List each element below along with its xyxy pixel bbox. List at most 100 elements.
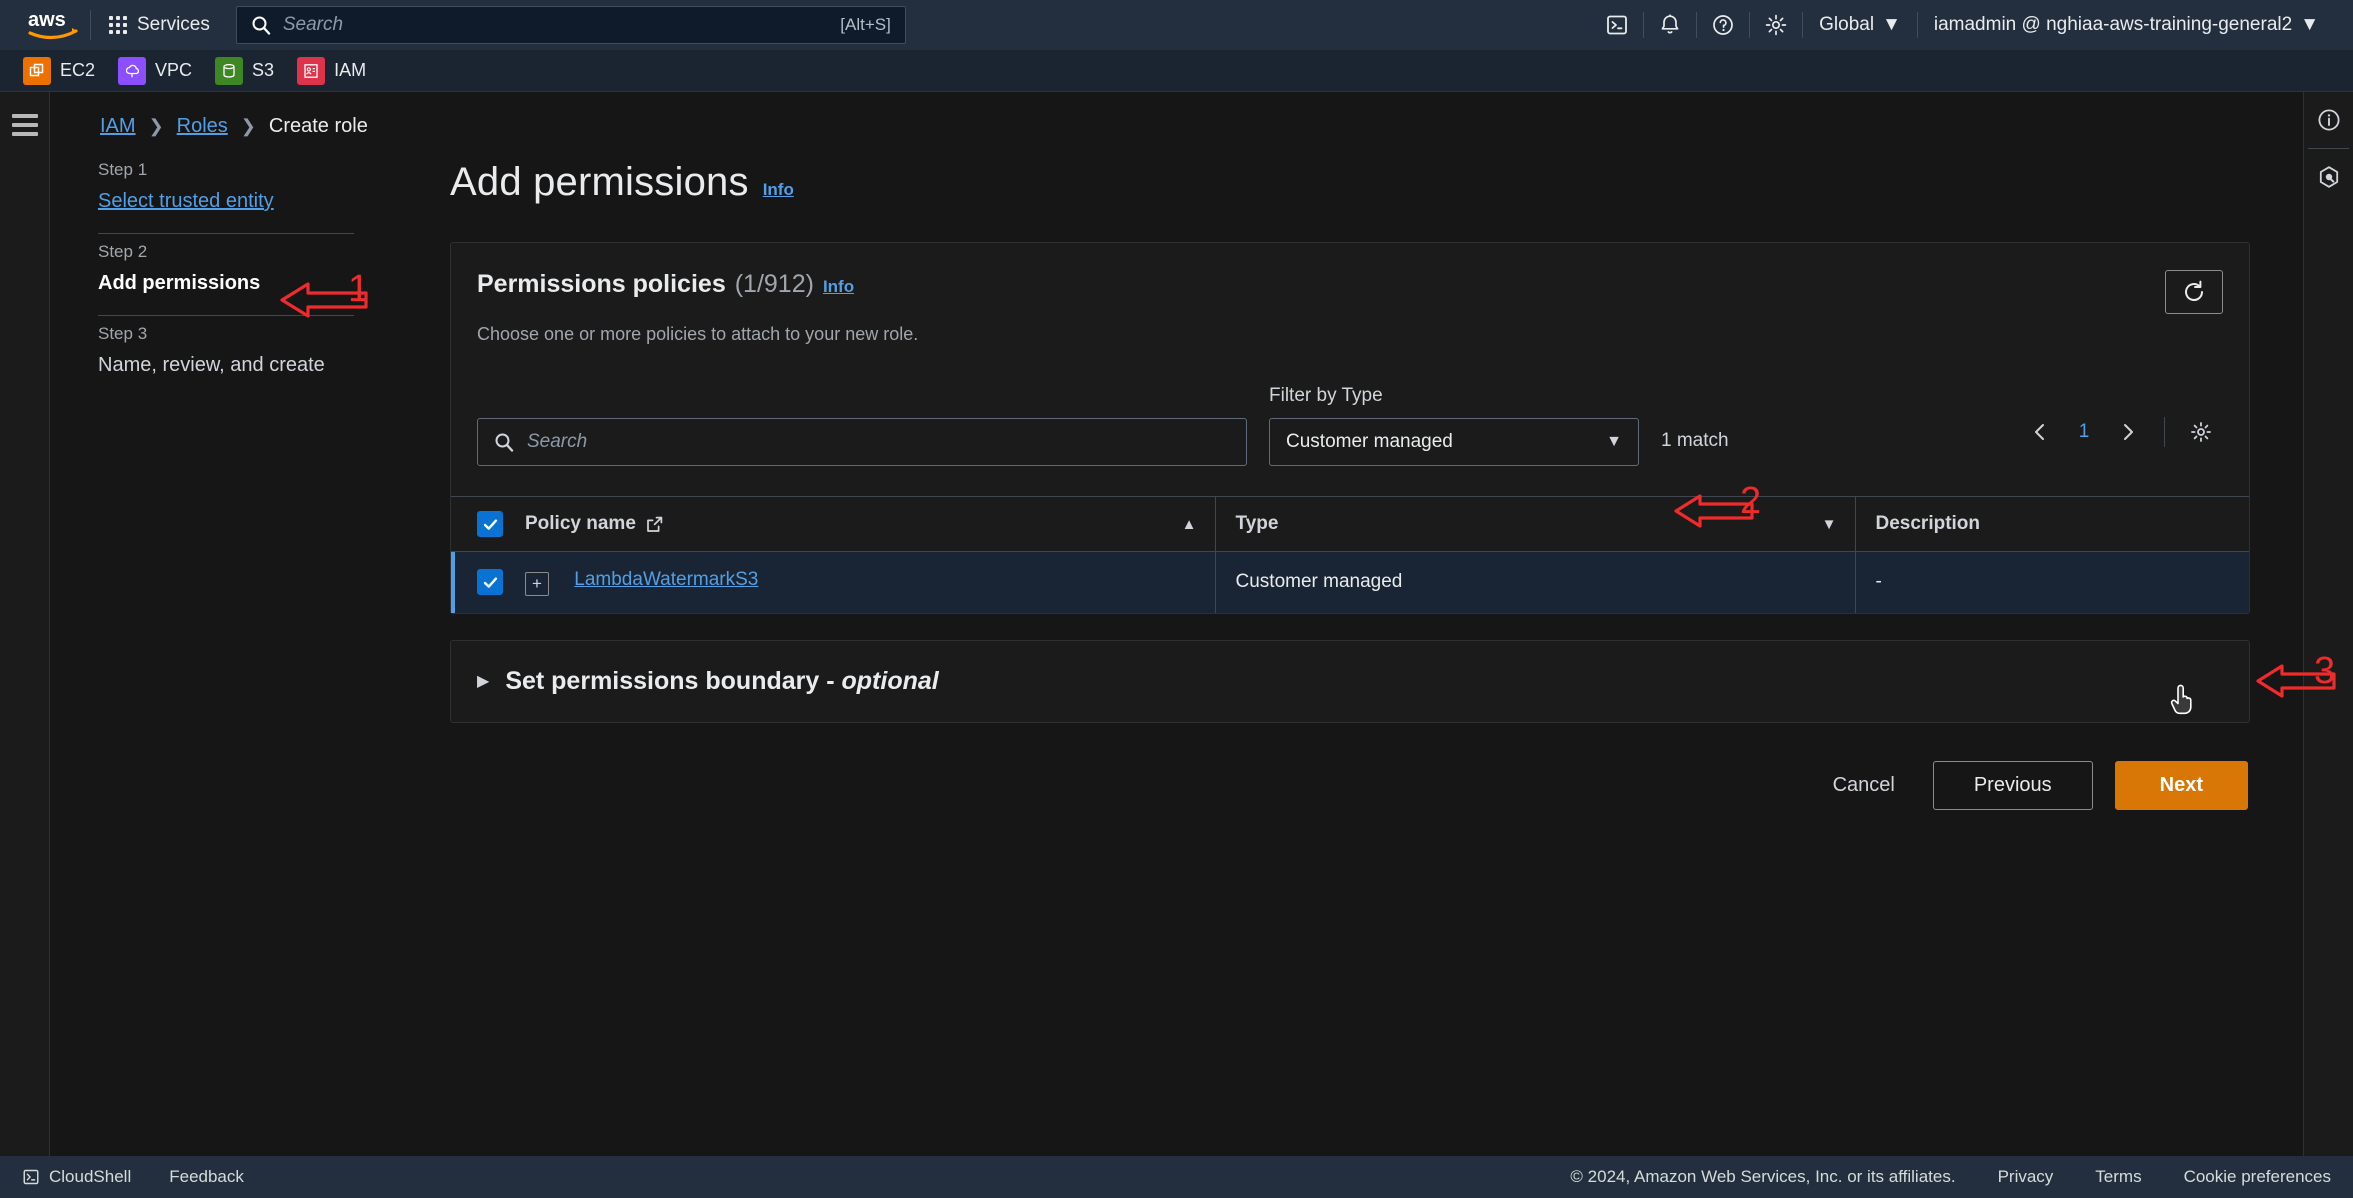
table-header: Policy name ▲ Type ▼ Description: [451, 496, 2249, 552]
select-all-checkbox[interactable]: [477, 511, 503, 537]
column-label: Type: [1235, 513, 1279, 534]
footer-copyright: © 2024, Amazon Web Services, Inc. or its…: [1570, 1167, 1956, 1186]
account-menu[interactable]: iamadmin @ nghiaa-aws-training-general2 …: [1918, 14, 2335, 36]
column-header-policy-name[interactable]: Policy name ▲: [525, 496, 1215, 552]
cloudshell-button[interactable]: [1591, 0, 1643, 50]
search-placeholder: Search: [527, 431, 588, 452]
menu-toggle-button[interactable]: [11, 114, 38, 136]
next-button[interactable]: Next: [2114, 760, 2248, 810]
sidebar-item-select-trusted-entity[interactable]: Select trusted entity: [98, 190, 378, 213]
boundary-optional-text: optional: [841, 666, 939, 695]
shortcut-s3[interactable]: S3: [212, 54, 286, 88]
column-header-type[interactable]: Type ▼: [1214, 496, 1855, 552]
sidebar-item-add-permissions[interactable]: Add permissions: [98, 272, 378, 295]
table-preferences-button[interactable]: [2179, 410, 2223, 454]
aws-logo[interactable]: aws: [22, 9, 84, 41]
top-nav-right-group: Global ▼ iamadmin @ nghiaa-aws-training-…: [1591, 0, 2353, 50]
service-shortcut-bar: EC2 VPC S3 IAM: [0, 50, 2353, 92]
refresh-icon: [2185, 280, 2203, 301]
policy-name-link[interactable]: LambdaWatermarkS3: [574, 569, 758, 590]
search-icon: [495, 433, 514, 452]
footer-feedback-link[interactable]: Feedback: [169, 1167, 244, 1187]
s3-icon: [215, 56, 244, 85]
table-row[interactable]: + LambdaWatermarkS3 Customer managed -: [451, 551, 2249, 613]
page-number[interactable]: 1: [2066, 421, 2102, 443]
footer-feedback-label: Feedback: [169, 1167, 244, 1186]
footer-cloudshell-button[interactable]: CloudShell: [22, 1167, 131, 1187]
external-link-icon[interactable]: [645, 515, 664, 534]
select-all-header: [451, 496, 525, 552]
check-icon: [483, 577, 497, 588]
cloudshell-icon: [1607, 15, 1628, 35]
filters-row: Search Filter by Type Customer managed ▼…: [451, 345, 2249, 466]
page-info-link[interactable]: Info: [763, 180, 794, 200]
grid-icon: [109, 16, 127, 34]
services-menu-button[interactable]: Services: [97, 7, 222, 43]
previous-button[interactable]: Previous: [1932, 760, 2093, 810]
bell-icon: [1661, 14, 1679, 34]
panel-info-link[interactable]: Info: [823, 277, 854, 297]
wizard-step-3: Step 3 Name, review, and create: [98, 316, 378, 397]
svg-text:aws: aws: [28, 9, 66, 31]
breadcrumb-separator-icon: ❯: [240, 116, 256, 136]
cell-policy-name: + LambdaWatermarkS3: [525, 551, 1215, 613]
wizard-actions: Cancel Previous Next: [450, 760, 2250, 810]
footer-terms-link[interactable]: Terms: [2095, 1167, 2141, 1187]
breadcrumb-item-iam[interactable]: IAM: [100, 115, 136, 138]
chevron-down-icon: ▼: [1606, 433, 1622, 450]
breadcrumb-item-create-role: Create role: [268, 115, 368, 137]
cell-description: -: [1854, 551, 2249, 613]
breadcrumb: IAM ❯ Roles ❯ Create role: [100, 115, 368, 138]
ec2-icon: [23, 56, 51, 85]
search-input[interactable]: Search: [477, 418, 1247, 466]
boundary-title-text: Set permissions boundary -: [505, 666, 842, 695]
cancel-button[interactable]: Cancel: [1817, 762, 1911, 809]
help-icon: [1713, 15, 1733, 35]
type-filter-value: Customer managed: [1286, 431, 1453, 452]
breadcrumb-item-roles[interactable]: Roles: [177, 115, 228, 138]
type-filter-select[interactable]: Customer managed ▼: [1269, 418, 1639, 466]
wizard-step-1: Step 1 Select trusted entity: [98, 152, 378, 233]
wizard-steps-sidebar: Step 1 Select trusted entity Step 2 Add …: [98, 152, 378, 397]
amazon-q-button[interactable]: [2304, 149, 2353, 205]
footer-cookie-preferences-link[interactable]: Cookie preferences: [2184, 1167, 2331, 1187]
shortcut-label: S3: [252, 60, 275, 80]
column-header-description[interactable]: Description: [1854, 496, 2249, 552]
services-label: Services: [137, 14, 210, 35]
info-panel-button[interactable]: [2304, 92, 2353, 148]
sort-ascending-icon[interactable]: ▲: [1182, 516, 1215, 533]
iam-icon: [297, 56, 326, 85]
sort-descending-icon[interactable]: ▼: [1822, 516, 1855, 533]
shortcut-ec2[interactable]: EC2: [20, 54, 107, 88]
hamburger-icon: [11, 132, 38, 136]
previous-page-button[interactable]: [2018, 410, 2062, 454]
chevron-right-icon: ▶: [477, 673, 490, 690]
permissions-boundary-section[interactable]: ▶ Set permissions boundary - optional: [450, 639, 2250, 723]
search-icon: [252, 16, 271, 35]
settings-button[interactable]: [1750, 0, 1802, 50]
breadcrumb-separator-icon: ❯: [148, 116, 164, 136]
footer: CloudShell Feedback © 2024, Amazon Web S…: [0, 1156, 2353, 1198]
panel-title: Permissions policies (1/912) Info: [477, 270, 854, 299]
help-button[interactable]: [1697, 0, 1749, 50]
top-navigation-bar: aws Services Search [Alt+S] Global ▼ iam…: [0, 0, 2353, 50]
region-selector[interactable]: Global ▼: [1803, 14, 1917, 36]
expand-row-button[interactable]: +: [525, 571, 549, 596]
nav-divider: [90, 10, 91, 40]
next-page-button[interactable]: [2106, 410, 2150, 454]
global-search-input[interactable]: Search [Alt+S]: [235, 6, 906, 44]
shortcut-iam[interactable]: IAM: [294, 54, 378, 88]
hamburger-icon: [11, 114, 38, 118]
page-content: IAM ❯ Roles ❯ Create role Step 1 Select …: [50, 92, 2303, 1156]
pager-divider: [2164, 417, 2165, 447]
permissions-boundary-title: Set permissions boundary - optional: [505, 667, 938, 696]
policies-table: Policy name ▲ Type ▼ Description + Lambd…: [451, 496, 2249, 613]
cloudshell-icon: [23, 1169, 39, 1185]
refresh-button[interactable]: [2165, 270, 2223, 314]
vpc-icon: [118, 56, 147, 85]
match-count: 1 match: [1661, 430, 1729, 451]
shortcut-vpc[interactable]: VPC: [115, 54, 204, 88]
row-checkbox[interactable]: [477, 569, 503, 596]
footer-privacy-link[interactable]: Privacy: [1998, 1167, 2054, 1187]
notifications-button[interactable]: [1644, 0, 1696, 50]
